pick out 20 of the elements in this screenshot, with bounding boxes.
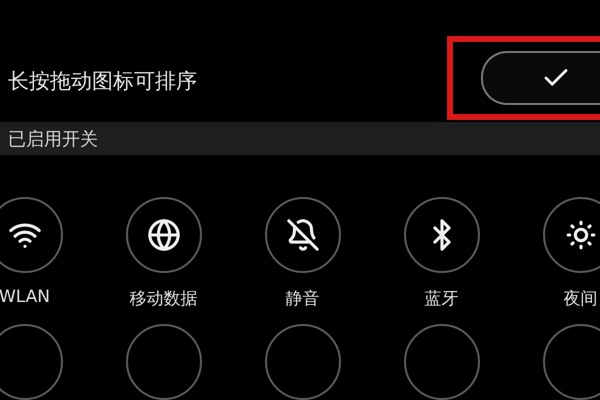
sun-icon [564,218,598,252]
toggle-label: 夜间 [564,288,598,310]
toggle-button[interactable] [404,324,480,400]
toggle-label: 蓝牙 [424,288,458,310]
globe-icon [146,218,180,252]
toggle-button[interactable] [0,197,62,273]
confirm-button[interactable] [481,51,600,106]
toggle-button[interactable] [404,197,480,273]
toggle-button[interactable] [542,324,600,400]
toggle-button[interactable] [264,197,340,273]
toggle-button[interactable] [126,197,202,273]
bell-off-icon [286,218,320,252]
toggle-button[interactable] [264,324,340,400]
toggle-button[interactable] [0,324,62,400]
toggle-label: 静音 [286,288,320,310]
setting-label: 长按拖动图标可排序 [8,68,197,96]
toggle-button[interactable] [542,197,600,273]
toggle-label: 移动数据 [130,288,198,310]
section-title: 已启用开关 [8,128,98,151]
toggle-button[interactable] [126,324,202,400]
